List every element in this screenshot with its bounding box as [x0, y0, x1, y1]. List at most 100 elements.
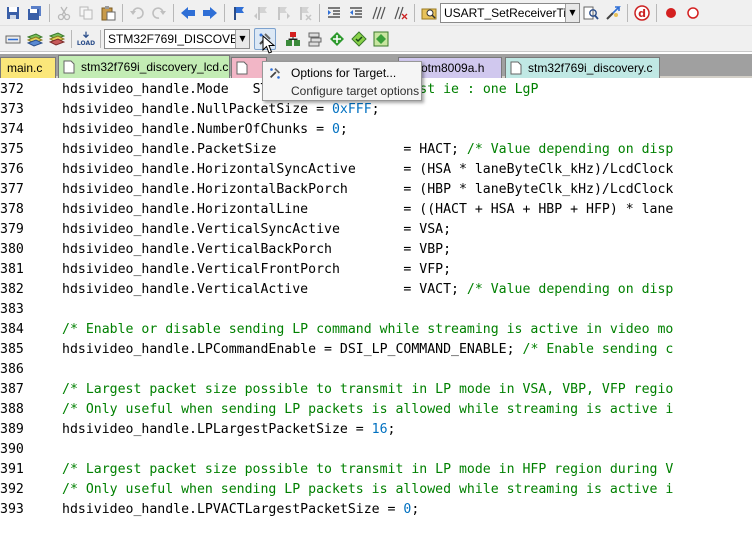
indent-icon[interactable] [323, 2, 345, 24]
function-combo-value: USART_SetReceiverTimeO [444, 5, 565, 20]
toolbar-separator [49, 3, 50, 22]
code-line[interactable]: hdsivideo_handle.HorizontalSyncActive = … [62, 160, 673, 180]
code-text: hdsivideo_handle.NumberOfChunks = [62, 122, 332, 137]
options-wand-icon [267, 65, 283, 81]
line-number: 376 [0, 162, 24, 177]
tab-label: otm8009a.h [421, 61, 485, 75]
code-line[interactable]: hdsivideo_handle.LPCommandEnable = DSI_L… [62, 340, 673, 360]
code-number: 0xFFF [331, 102, 372, 117]
bookmark-clear-icon[interactable] [294, 2, 316, 24]
debug-session-icon[interactable]: d [631, 2, 653, 24]
code-text: ; [411, 502, 420, 517]
menu-item-options-for-target[interactable]: Options for Target... [263, 64, 421, 82]
undo-icon[interactable] [126, 2, 148, 24]
line-number: 380 [0, 242, 24, 257]
code-comment: /* Value depending on disp [466, 282, 674, 297]
bookmark-icon[interactable] [228, 2, 250, 24]
tab-stm32f769i-discovery-lcd-c[interactable]: stm32f769i_discovery_lcd.c [58, 55, 230, 78]
code-line[interactable]: /* Enable or disable sending LP command … [62, 320, 673, 340]
code-line[interactable]: hdsivideo_handle.VerticalFrontPorch = VF… [62, 260, 451, 280]
line-number: 391 [0, 462, 24, 477]
code-line[interactable]: hdsivideo_handle.PacketSize = HACT; /* V… [62, 140, 673, 160]
tab-stm32f769i-discovery-c[interactable]: stm32f769i_discovery.c [505, 57, 660, 78]
code-comment: /* Value depending on disp [466, 142, 674, 157]
code-line[interactable]: hdsivideo_handle.VerticalBackPorch = VBP… [62, 240, 451, 260]
download-icon[interactable]: LOAD [75, 28, 97, 50]
bookmark-prev-icon[interactable] [250, 2, 272, 24]
uncomment-icon[interactable] [389, 2, 411, 24]
line-number: 387 [0, 382, 24, 397]
breakpoint-icon[interactable] [660, 2, 682, 24]
menu-item-label: Options for Target... [291, 66, 397, 80]
line-number: 393 [0, 502, 24, 517]
disable-breakpoint-icon[interactable] [682, 2, 704, 24]
code-text: hdsivideo_handle.VerticalBackPorch = VBP… [62, 242, 452, 257]
line-number: 379 [0, 222, 24, 237]
line-number: 375 [0, 142, 24, 157]
unindent-icon[interactable] [345, 2, 367, 24]
line-number: 383 [0, 302, 24, 317]
save-icon[interactable] [2, 2, 24, 24]
comment-icon[interactable] [367, 2, 389, 24]
code-line[interactable]: hdsivideo_handle.VerticalActive = VACT; … [62, 280, 673, 300]
function-combo[interactable]: USART_SetReceiverTimeO ▼ [440, 2, 580, 23]
translate-icon[interactable] [2, 28, 24, 50]
cut-icon[interactable] [53, 2, 75, 24]
copy-icon[interactable] [75, 2, 97, 24]
toolbar-separator [656, 3, 657, 22]
toolbar-separator [627, 3, 628, 22]
incremental-find-icon[interactable] [602, 2, 624, 24]
redo-icon[interactable] [148, 2, 170, 24]
tooltip-configure-target-options: Configure target options [263, 82, 421, 100]
code-line[interactable]: hdsivideo_handle.LPLargestPacketSize = 1… [62, 420, 396, 440]
toolbar-separator [319, 3, 320, 22]
code-line[interactable]: hdsivideo_handle.HorizontalLine = ((HACT… [62, 200, 673, 220]
navigate-back-icon[interactable] [177, 2, 199, 24]
code-comment: /* Only useful when sending LP packets i… [62, 482, 674, 497]
select-packs-icon[interactable] [304, 28, 326, 50]
tab-label: main.c [7, 61, 43, 75]
toolbar-separator [122, 3, 123, 22]
code-line[interactable]: hdsivideo_handle.LPVACTLargestPacketSize… [62, 500, 419, 520]
code-line[interactable]: hdsivideo_handle.NullPacketSize = 0xFFF; [62, 100, 380, 120]
code-text: hdsivideo_handle.HorizontalLine = ((HACT… [62, 202, 674, 217]
manage-run-time-environment-icon[interactable] [348, 28, 370, 50]
code-line[interactable]: hdsivideo_handle.VerticalSyncActive = VS… [62, 220, 451, 240]
line-number: 392 [0, 482, 24, 497]
code-text: hdsivideo_handle.VerticalSyncActive = VS… [62, 222, 452, 237]
code-line[interactable]: /* Largest packet size possible to trans… [62, 460, 673, 480]
code-line[interactable]: /* Only useful when sending LP packets i… [62, 400, 673, 420]
chevron-down-icon[interactable]: ▼ [565, 3, 579, 22]
pack-installer-icon[interactable] [326, 28, 348, 50]
bookmark-next-icon[interactable] [272, 2, 294, 24]
code-text: ; [387, 422, 396, 437]
find-in-files-icon[interactable] [418, 2, 440, 24]
tab-main-c[interactable]: main.c [0, 57, 56, 78]
line-number: 388 [0, 402, 24, 417]
build-icon[interactable] [24, 28, 46, 50]
code-line[interactable]: hdsivideo_handle.HorizontalBackPorch = (… [62, 180, 673, 200]
code-text: hdsivideo_handle.HorizontalBackPorch = (… [62, 182, 674, 197]
code-comment: /* Enable sending c [522, 342, 674, 357]
target-combo[interactable]: STM32F769I_DISCOVERY ▼ [104, 28, 250, 49]
file-icon [236, 61, 248, 75]
toolbar-separator [173, 3, 174, 22]
code-number: 0 [331, 122, 340, 137]
chevron-down-icon[interactable]: ▼ [235, 29, 249, 48]
code-line[interactable]: /* Only useful when sending LP packets i… [62, 480, 673, 500]
rebuild-icon[interactable] [46, 28, 68, 50]
save-all-icon[interactable] [24, 2, 46, 24]
code-line[interactable]: hdsivideo_handle.NumberOfChunks = 0; [62, 120, 348, 140]
paste-icon[interactable] [97, 2, 119, 24]
manage-project-items-icon[interactable] [282, 28, 304, 50]
code-editor[interactable]: 372hdsivideo_handle.Mode = ST; /* Mode V… [0, 80, 752, 539]
software-packs-icon[interactable] [370, 28, 392, 50]
find-icon[interactable] [580, 2, 602, 24]
line-number: 382 [0, 282, 24, 297]
code-text: hdsivideo_handle.NullPacketSize = [62, 102, 332, 117]
code-line[interactable]: /* Largest packet size possible to trans… [62, 380, 673, 400]
line-number: 377 [0, 182, 24, 197]
load-label: LOAD [76, 39, 96, 47]
navigate-forward-icon[interactable] [199, 2, 221, 24]
code-text: ; [371, 102, 380, 117]
